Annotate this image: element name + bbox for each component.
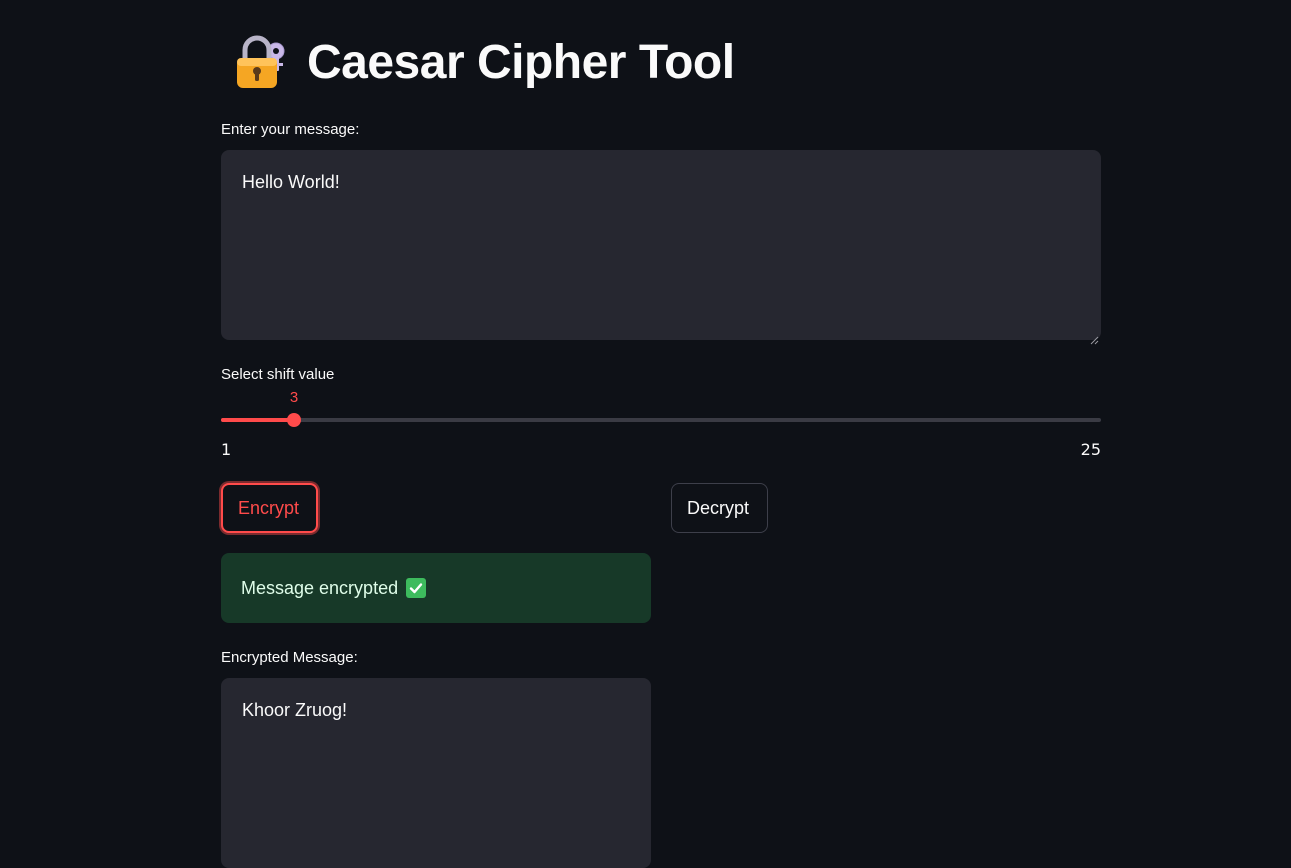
encrypt-button[interactable]: Encrypt bbox=[221, 483, 318, 533]
page-title: Caesar Cipher Tool bbox=[307, 35, 735, 89]
shift-slider-max-label: 25 bbox=[1080, 440, 1101, 459]
page-header: Caesar Cipher Tool bbox=[231, 30, 735, 94]
resize-handle-icon[interactable] bbox=[1090, 329, 1099, 345]
shift-slider-current-value: 3 bbox=[289, 389, 299, 406]
success-alert-text: Message encrypted bbox=[241, 577, 399, 598]
shift-slider-thumb[interactable] bbox=[287, 413, 301, 427]
shift-slider-fill bbox=[221, 418, 294, 422]
success-alert: Message encrypted bbox=[221, 553, 651, 623]
encrypted-output-field[interactable]: Khoor Zruog! bbox=[221, 678, 651, 868]
check-mark-icon bbox=[406, 578, 427, 598]
shift-slider[interactable] bbox=[221, 413, 1101, 427]
shift-slider-min-label: 1 bbox=[221, 440, 232, 459]
encrypted-output-value: Khoor Zruog! bbox=[242, 700, 348, 720]
message-input-label: Enter your message: bbox=[221, 121, 360, 138]
message-input-value: Hello World! bbox=[242, 172, 340, 192]
shift-slider-label: Select shift value bbox=[221, 366, 335, 383]
lock-with-key-icon bbox=[231, 30, 291, 94]
output-label: Encrypted Message: bbox=[221, 649, 358, 666]
decrypt-button[interactable]: Decrypt bbox=[671, 483, 768, 533]
message-input[interactable]: Hello World! bbox=[221, 150, 1101, 345]
